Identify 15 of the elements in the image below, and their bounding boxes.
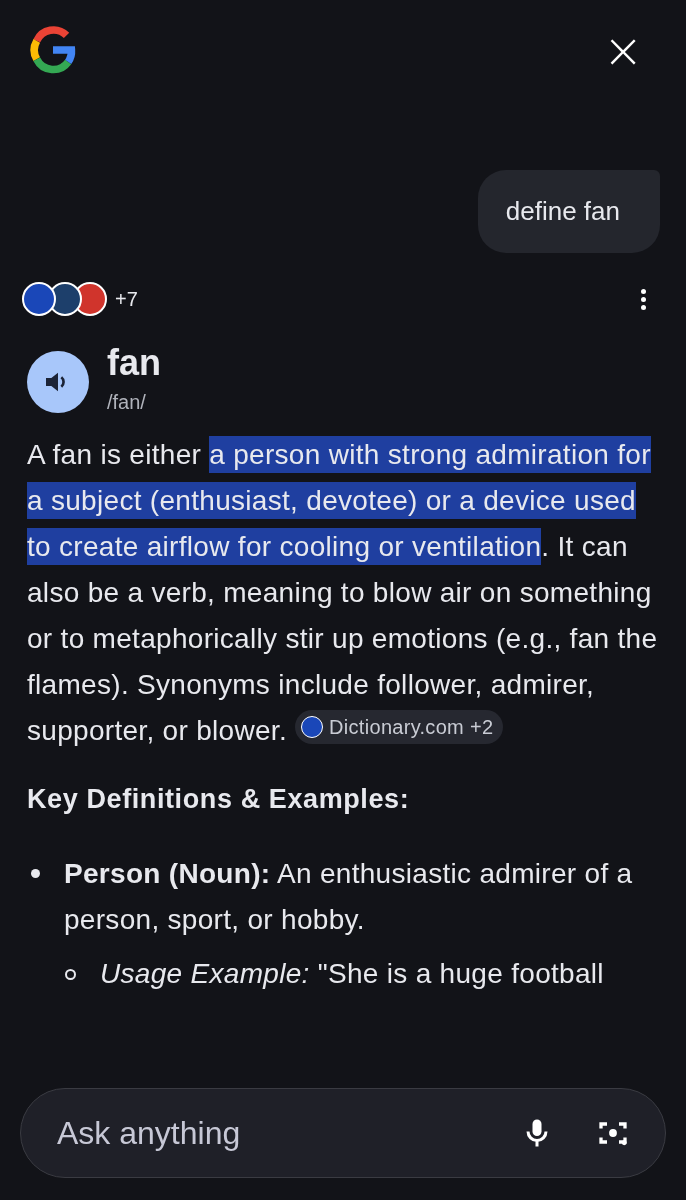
bullet-icon [65, 969, 76, 980]
section-heading: Key Definitions & Examples: [27, 784, 411, 815]
ask-bar[interactable]: Ask anything [20, 1088, 666, 1178]
list-item-text: Usage Example: "She is a huge football [100, 957, 605, 991]
close-button[interactable]: × [603, 30, 643, 70]
summary-paragraph: A fan is either a person with strong admiration for a subject (enthusiast, devotee) or a device used to create airflow for cooling or ventilation. It can also be a verb, meaning to blow air on something or to metaphorically stir up emotions (e.g., fan the flames). Synonyms include follower, admirer, supporter, or blower. Dictionary.com +2 [27, 432, 659, 754]
entry-word: fan [107, 341, 161, 385]
ask-input-field[interactable]: Ask anything [55, 1113, 479, 1153]
source-chip[interactable]: Dictionary.com +2 [295, 710, 504, 744]
list-item-text: Person (Noun): An enthusiastic admirer of a person, sport, or hobby. [64, 857, 634, 937]
bullet-icon [31, 869, 40, 878]
source-count[interactable]: +7 [115, 287, 138, 311]
more-options-icon[interactable] [641, 288, 646, 310]
pronunciation: /fan/ [107, 391, 147, 414]
query-bubble: define fan [477, 170, 660, 253]
